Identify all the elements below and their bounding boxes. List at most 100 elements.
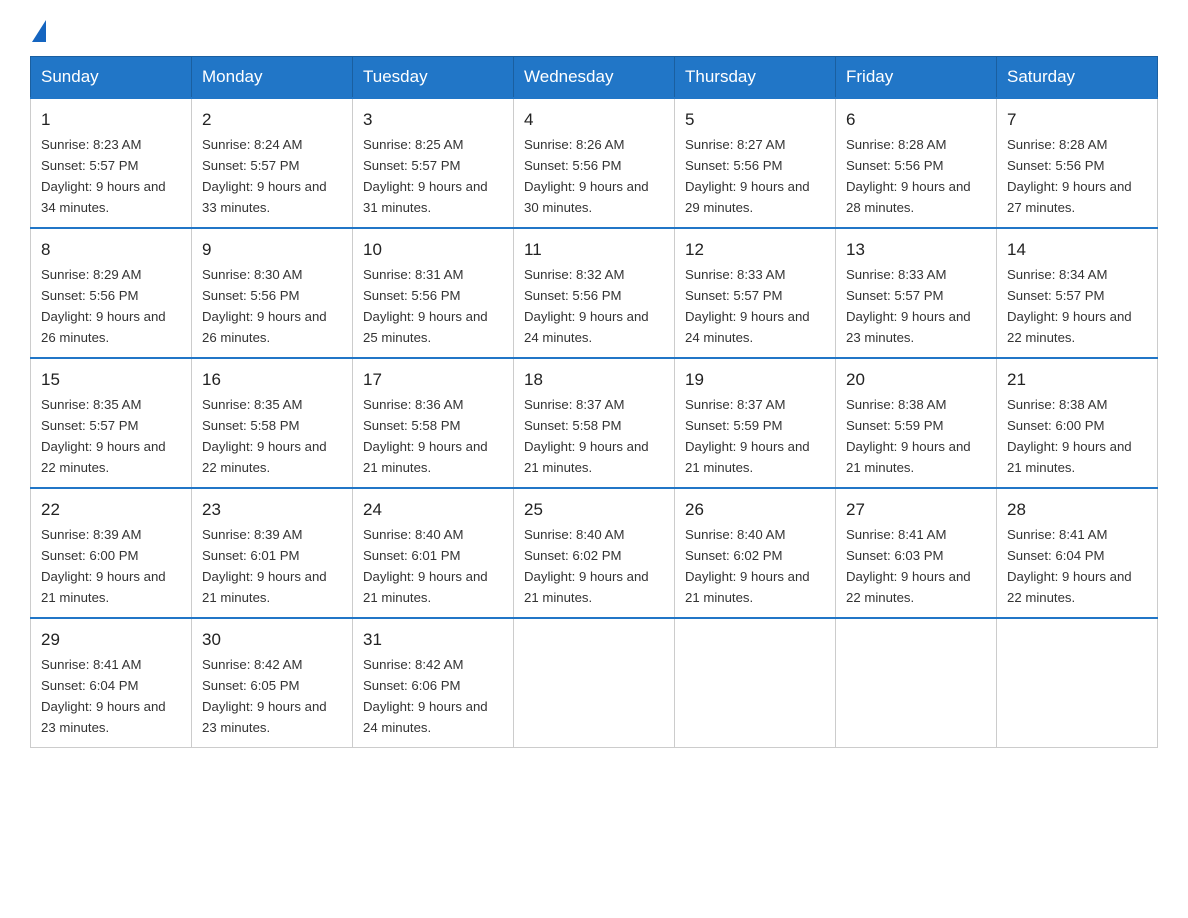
day-info: Sunrise: 8:28 AMSunset: 5:56 PMDaylight:… (1007, 137, 1132, 215)
day-info: Sunrise: 8:37 AMSunset: 5:58 PMDaylight:… (524, 397, 649, 475)
day-info: Sunrise: 8:41 AMSunset: 6:03 PMDaylight:… (846, 527, 971, 605)
day-number: 6 (846, 107, 986, 133)
day-number: 3 (363, 107, 503, 133)
calendar-cell: 13 Sunrise: 8:33 AMSunset: 5:57 PMDayligh… (836, 228, 997, 358)
day-number: 18 (524, 367, 664, 393)
day-number: 15 (41, 367, 181, 393)
day-number: 26 (685, 497, 825, 523)
weekday-header-monday: Monday (192, 57, 353, 99)
day-info: Sunrise: 8:33 AMSunset: 5:57 PMDaylight:… (846, 267, 971, 345)
calendar-cell: 1 Sunrise: 8:23 AMSunset: 5:57 PMDaylight… (31, 98, 192, 228)
day-info: Sunrise: 8:33 AMSunset: 5:57 PMDaylight:… (685, 267, 810, 345)
day-number: 21 (1007, 367, 1147, 393)
calendar-cell: 18 Sunrise: 8:37 AMSunset: 5:58 PMDayligh… (514, 358, 675, 488)
day-info: Sunrise: 8:26 AMSunset: 5:56 PMDaylight:… (524, 137, 649, 215)
calendar-cell (514, 618, 675, 748)
calendar-cell: 8 Sunrise: 8:29 AMSunset: 5:56 PMDaylight… (31, 228, 192, 358)
day-number: 7 (1007, 107, 1147, 133)
calendar-cell: 9Sunrise: 8:30 AMSunset: 5:56 PMDaylight… (192, 228, 353, 358)
day-number: 13 (846, 237, 986, 263)
calendar-cell: 3 Sunrise: 8:25 AMSunset: 5:57 PMDaylight… (353, 98, 514, 228)
day-info: Sunrise: 8:24 AMSunset: 5:57 PMDaylight:… (202, 137, 327, 215)
calendar-cell: 19 Sunrise: 8:37 AMSunset: 5:59 PMDayligh… (675, 358, 836, 488)
page-header (30, 20, 1158, 38)
calendar-cell: 27Sunrise: 8:41 AMSunset: 6:03 PMDayligh… (836, 488, 997, 618)
day-number: 28 (1007, 497, 1147, 523)
logo-text (30, 20, 48, 42)
calendar-cell: 17 Sunrise: 8:36 AMSunset: 5:58 PMDayligh… (353, 358, 514, 488)
day-info: Sunrise: 8:42 AMSunset: 6:06 PMDaylight:… (363, 657, 488, 735)
day-info: Sunrise: 8:35 AMSunset: 5:57 PMDaylight:… (41, 397, 166, 475)
weekday-header-thursday: Thursday (675, 57, 836, 99)
calendar-cell: 30 Sunrise: 8:42 AMSunset: 6:05 PMDayligh… (192, 618, 353, 748)
calendar-cell: 20Sunrise: 8:38 AMSunset: 5:59 PMDayligh… (836, 358, 997, 488)
weekday-header-wednesday: Wednesday (514, 57, 675, 99)
calendar-cell (675, 618, 836, 748)
day-info: Sunrise: 8:35 AMSunset: 5:58 PMDaylight:… (202, 397, 327, 475)
day-info: Sunrise: 8:41 AMSunset: 6:04 PMDaylight:… (41, 657, 166, 735)
day-number: 9 (202, 237, 342, 263)
day-number: 1 (41, 107, 181, 133)
calendar-cell: 23 Sunrise: 8:39 AMSunset: 6:01 PMDayligh… (192, 488, 353, 618)
day-number: 5 (685, 107, 825, 133)
day-number: 4 (524, 107, 664, 133)
day-info: Sunrise: 8:25 AMSunset: 5:57 PMDaylight:… (363, 137, 488, 215)
day-info: Sunrise: 8:40 AMSunset: 6:02 PMDaylight:… (685, 527, 810, 605)
week-row-4: 22 Sunrise: 8:39 AMSunset: 6:00 PMDayligh… (31, 488, 1158, 618)
day-number: 17 (363, 367, 503, 393)
calendar-cell: 10 Sunrise: 8:31 AMSunset: 5:56 PMDayligh… (353, 228, 514, 358)
day-info: Sunrise: 8:36 AMSunset: 5:58 PMDaylight:… (363, 397, 488, 475)
calendar-cell: 6 Sunrise: 8:28 AMSunset: 5:56 PMDaylight… (836, 98, 997, 228)
day-number: 12 (685, 237, 825, 263)
day-number: 20 (846, 367, 986, 393)
weekday-header-tuesday: Tuesday (353, 57, 514, 99)
day-info: Sunrise: 8:32 AMSunset: 5:56 PMDaylight:… (524, 267, 649, 345)
day-info: Sunrise: 8:28 AMSunset: 5:56 PMDaylight:… (846, 137, 971, 215)
calendar-cell: 26 Sunrise: 8:40 AMSunset: 6:02 PMDayligh… (675, 488, 836, 618)
weekday-header-friday: Friday (836, 57, 997, 99)
calendar-cell: 28 Sunrise: 8:41 AMSunset: 6:04 PMDayligh… (997, 488, 1158, 618)
day-number: 23 (202, 497, 342, 523)
day-number: 8 (41, 237, 181, 263)
calendar-cell: 14Sunrise: 8:34 AMSunset: 5:57 PMDayligh… (997, 228, 1158, 358)
logo-triangle-icon (32, 20, 46, 42)
calendar-cell: 4 Sunrise: 8:26 AMSunset: 5:56 PMDaylight… (514, 98, 675, 228)
day-info: Sunrise: 8:31 AMSunset: 5:56 PMDaylight:… (363, 267, 488, 345)
calendar-cell: 5Sunrise: 8:27 AMSunset: 5:56 PMDaylight… (675, 98, 836, 228)
day-info: Sunrise: 8:23 AMSunset: 5:57 PMDaylight:… (41, 137, 166, 215)
calendar-cell: 15 Sunrise: 8:35 AMSunset: 5:57 PMDayligh… (31, 358, 192, 488)
day-info: Sunrise: 8:37 AMSunset: 5:59 PMDaylight:… (685, 397, 810, 475)
day-number: 30 (202, 627, 342, 653)
calendar-cell: 11 Sunrise: 8:32 AMSunset: 5:56 PMDayligh… (514, 228, 675, 358)
day-number: 2 (202, 107, 342, 133)
day-number: 10 (363, 237, 503, 263)
day-number: 16 (202, 367, 342, 393)
week-row-3: 15 Sunrise: 8:35 AMSunset: 5:57 PMDayligh… (31, 358, 1158, 488)
day-number: 22 (41, 497, 181, 523)
calendar-cell: 2 Sunrise: 8:24 AMSunset: 5:57 PMDaylight… (192, 98, 353, 228)
day-info: Sunrise: 8:39 AMSunset: 6:00 PMDaylight:… (41, 527, 166, 605)
day-number: 31 (363, 627, 503, 653)
calendar-table: SundayMondayTuesdayWednesdayThursdayFrid… (30, 56, 1158, 748)
day-number: 19 (685, 367, 825, 393)
weekday-header-row: SundayMondayTuesdayWednesdayThursdayFrid… (31, 57, 1158, 99)
calendar-cell: 16 Sunrise: 8:35 AMSunset: 5:58 PMDayligh… (192, 358, 353, 488)
week-row-5: 29 Sunrise: 8:41 AMSunset: 6:04 PMDayligh… (31, 618, 1158, 748)
day-number: 11 (524, 237, 664, 263)
day-number: 25 (524, 497, 664, 523)
day-info: Sunrise: 8:40 AMSunset: 6:01 PMDaylight:… (363, 527, 488, 605)
calendar-cell (836, 618, 997, 748)
calendar-cell: 7 Sunrise: 8:28 AMSunset: 5:56 PMDaylight… (997, 98, 1158, 228)
calendar-cell: 24Sunrise: 8:40 AMSunset: 6:01 PMDayligh… (353, 488, 514, 618)
day-number: 29 (41, 627, 181, 653)
day-info: Sunrise: 8:41 AMSunset: 6:04 PMDaylight:… (1007, 527, 1132, 605)
day-info: Sunrise: 8:39 AMSunset: 6:01 PMDaylight:… (202, 527, 327, 605)
calendar-cell: 31 Sunrise: 8:42 AMSunset: 6:06 PMDayligh… (353, 618, 514, 748)
calendar-cell: 29 Sunrise: 8:41 AMSunset: 6:04 PMDayligh… (31, 618, 192, 748)
day-info: Sunrise: 8:42 AMSunset: 6:05 PMDaylight:… (202, 657, 327, 735)
weekday-header-saturday: Saturday (997, 57, 1158, 99)
logo (30, 20, 48, 38)
day-info: Sunrise: 8:38 AMSunset: 6:00 PMDaylight:… (1007, 397, 1132, 475)
day-info: Sunrise: 8:34 AMSunset: 5:57 PMDaylight:… (1007, 267, 1132, 345)
day-info: Sunrise: 8:29 AMSunset: 5:56 PMDaylight:… (41, 267, 166, 345)
